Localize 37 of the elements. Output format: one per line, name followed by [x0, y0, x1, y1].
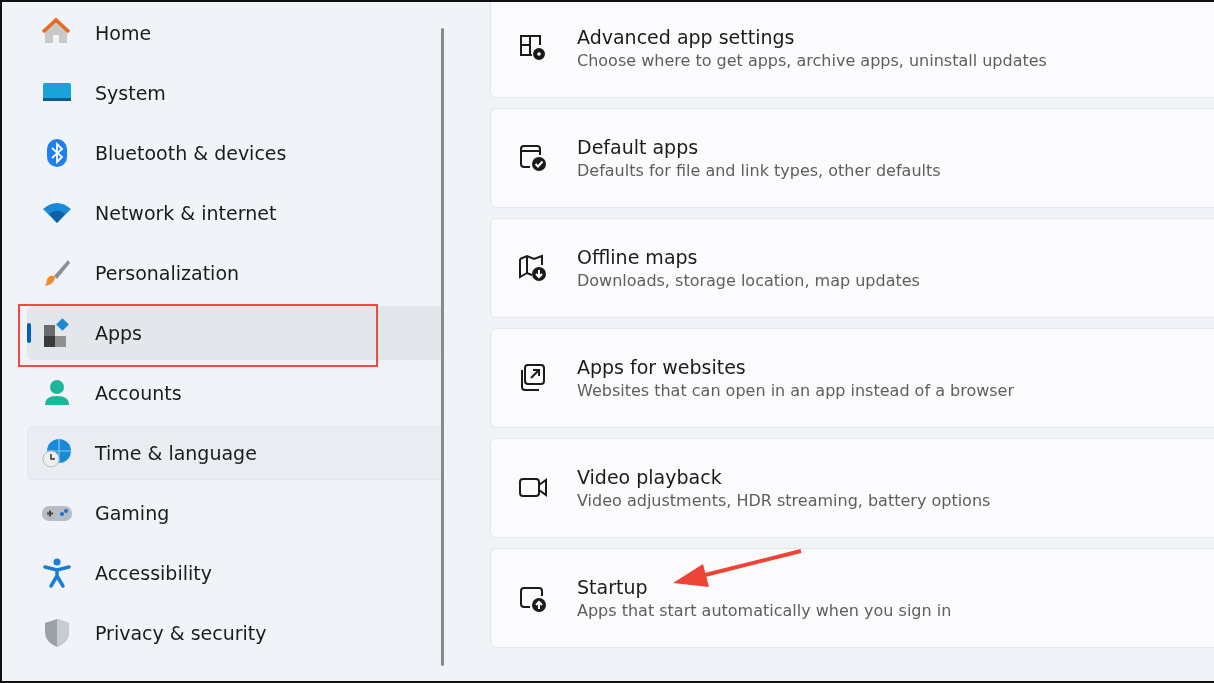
setting-description: Apps that start automatically when you sign in	[577, 601, 952, 620]
globe-clock-icon	[41, 437, 73, 469]
sidebar-item[interactable]: Personalization	[27, 246, 444, 300]
settings-card[interactable]: Apps for websites Websites that can open in an app instead of a browser	[490, 328, 1214, 428]
sidebar-item[interactable]: System	[27, 66, 444, 120]
settings-card[interactable]: Offline maps Downloads, storage location, map updates	[490, 218, 1214, 318]
window-link-icon	[518, 363, 548, 393]
sidebar-item[interactable]: Privacy & security	[27, 606, 444, 660]
settings-card[interactable]: Startup Apps that start automatically when you sign in	[490, 548, 1214, 648]
setting-title: Offline maps	[577, 246, 699, 268]
scrollbar[interactable]	[441, 28, 444, 666]
sidebar-item[interactable]: Gaming	[27, 486, 444, 540]
window-gear-icon	[518, 33, 548, 63]
sidebar-item[interactable]: Apps	[27, 306, 444, 360]
setting-description: Choose where to get apps, archive apps, uninstall updates	[577, 51, 1047, 70]
sidebar-item[interactable]: Network & internet	[27, 186, 444, 240]
settings-card[interactable]: Advanced app settings Choose where to get apps, archive apps, uninstall updates	[490, 2, 1214, 98]
accessibility-icon	[41, 557, 73, 589]
selection-indicator	[27, 323, 31, 343]
map-download-icon	[518, 253, 548, 283]
sidebar-item[interactable]: Accessibility	[27, 546, 444, 600]
setting-title: Startup	[577, 576, 649, 598]
setting-title: Default apps	[577, 136, 700, 158]
setting-description: Websites that can open in an app instead of a browser	[577, 381, 1015, 400]
setting-title: Advanced app settings	[577, 26, 796, 48]
settings-card[interactable]: Default apps Defaults for file and link types, other defaults	[490, 108, 1214, 208]
setting-description: Downloads, storage location, map updates	[577, 271, 920, 290]
setting-description: Defaults for file and link types, other defaults	[577, 161, 941, 180]
setting-title: Apps for websites	[577, 356, 747, 378]
sidebar-item[interactable]: Time & language	[27, 426, 444, 480]
window-check-icon	[518, 143, 548, 173]
settings-card[interactable]: Video playback Video adjustments, HDR streaming, battery options	[490, 438, 1214, 538]
sidebar-item[interactable]: Accounts	[27, 366, 444, 420]
sidebar-item[interactable]: Bluetooth & devices	[27, 126, 444, 180]
setting-description: Video adjustments, HDR streaming, battery options	[577, 491, 991, 510]
sidebar-item[interactable]: Home	[27, 6, 444, 60]
setting-title: Video playback	[577, 466, 723, 488]
